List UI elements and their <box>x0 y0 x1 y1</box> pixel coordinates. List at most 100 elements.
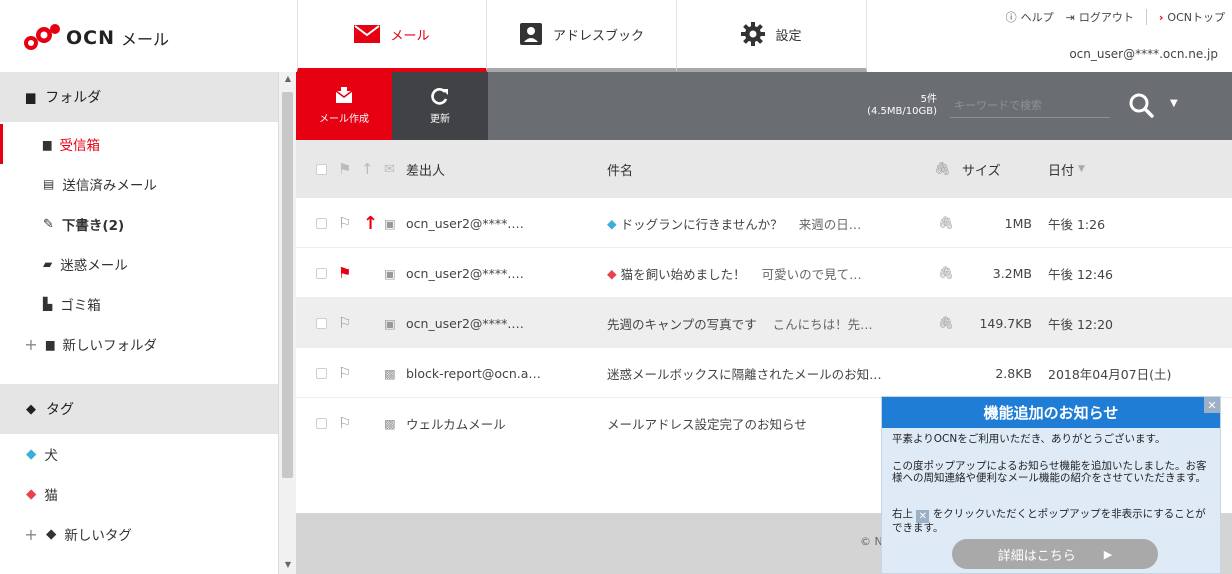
row-size: 149.7KB <box>979 315 1032 331</box>
folder-section-header[interactable]: ▆ フォルダ <box>0 72 278 122</box>
sidebar-item-trash[interactable]: ▙ ゴミ箱 <box>0 284 278 324</box>
sidebar-item-sent[interactable]: ▤ 送信済みメール <box>0 164 278 204</box>
notice-icon: ▩ <box>384 365 396 381</box>
row-date: 午後 12:46 <box>1048 266 1113 282</box>
tag-icon: ◆ <box>46 526 57 542</box>
new-folder-button[interactable]: + ▆ 新しいフォルダ <box>0 324 278 364</box>
ocn-top-link[interactable]: › OCNトップ <box>1159 9 1225 25</box>
row-sender: ocn_user2@****.… <box>406 315 524 331</box>
search-icon[interactable] <box>1126 90 1156 120</box>
close-icon[interactable]: ✕ <box>1204 397 1220 413</box>
scroll-up-icon[interactable]: ▲ <box>279 74 297 88</box>
row-size: 2.8KB <box>995 365 1032 381</box>
sidebar-item-spam[interactable]: ▰ 迷惑メール <box>0 244 278 284</box>
priority-column-icon[interactable]: ↑ <box>361 140 374 198</box>
subject-column-header[interactable]: 件名 <box>607 140 633 198</box>
table-row[interactable]: ⚐ ↑ ▣ ocn_user2@****.… ◆ ドッグランに行きませんか？ 来… <box>296 198 1232 248</box>
compose-button[interactable]: メール作成 <box>296 72 392 140</box>
details-button-label: 詳細はこちら <box>997 548 1076 564</box>
sort-down-icon: ▼ <box>1078 164 1085 174</box>
attachment-column-icon[interactable]: 🖇 <box>934 140 951 198</box>
scroll-down-icon[interactable]: ▼ <box>279 560 297 574</box>
main-nav: メール アドレスブック 設定 <box>297 0 867 72</box>
flag-outline-icon[interactable]: ⚐ <box>338 398 351 448</box>
refresh-button[interactable]: 更新 <box>392 72 488 140</box>
row-date: 午後 12:20 <box>1048 316 1113 332</box>
quota-count: 5件 <box>920 94 937 105</box>
flag-outline-icon[interactable]: ⚐ <box>338 298 351 348</box>
row-subject: メールアドレス設定完了のお知らせ <box>607 416 807 432</box>
folder-icon: ▆ <box>46 337 55 351</box>
tab-address-book-label: アドレスブック <box>552 28 644 44</box>
tag-section-label: タグ <box>46 402 74 418</box>
folder-icon: ▆ <box>43 137 52 151</box>
sidebar-item-inbox[interactable]: ▆ 受信箱 <box>0 124 278 164</box>
select-all-checkbox[interactable] <box>316 140 327 198</box>
flag-outline-icon[interactable]: ⚐ <box>338 198 351 248</box>
new-tag-button[interactable]: + ◆ 新しいタグ <box>0 514 278 554</box>
flag-outline-icon[interactable]: ⚐ <box>338 348 351 398</box>
sidebar-item-label: ゴミ箱 <box>60 298 101 314</box>
table-row[interactable]: ⚐ ▩ block-report@ocn.a… 迷惑メールボックスに隔離されたメ… <box>296 348 1232 398</box>
attachment-icon: 🖇 <box>938 315 954 330</box>
flag-icon[interactable]: ⚑ <box>338 248 351 298</box>
row-checkbox[interactable] <box>316 398 327 448</box>
details-button[interactable]: 詳細はこちら ▶ <box>952 539 1158 569</box>
row-sender: ウェルカムメール <box>406 416 506 432</box>
sidebar-item-drafts[interactable]: ✎ 下書き(2) <box>0 204 278 244</box>
sidebar-item-tag-cat[interactable]: ◆ 猫 <box>0 474 278 514</box>
table-row[interactable]: ⚑ ▣ ocn_user2@****.… ◆ 猫を飼い始めました！ 可愛いので見… <box>296 248 1232 298</box>
row-checkbox[interactable] <box>316 298 327 348</box>
sidebar-item-tag-dog[interactable]: ◆ 犬 <box>0 434 278 474</box>
tab-mail[interactable]: メール <box>297 0 487 72</box>
read-status-column-icon[interactable]: ✉ <box>384 140 395 198</box>
row-date: 午後 1:26 <box>1048 216 1106 232</box>
mail-toolbar: メール作成 更新 5件 (4.5MB/10GB) ▼ <box>296 72 1232 140</box>
tag-icon: ◆ <box>26 401 36 417</box>
row-size: 1MB <box>1004 215 1032 231</box>
sender-column-header[interactable]: 差出人 <box>406 140 445 198</box>
high-priority-icon: ↑ <box>363 212 379 234</box>
logout-link[interactable]: ⇥ ログアウト <box>1066 9 1134 25</box>
sidebar-item-label: 猫 <box>44 488 58 504</box>
sidebar-item-label: 受信箱 <box>59 138 100 154</box>
tab-settings-label: 設定 <box>775 28 802 44</box>
sidebar-item-label: 下書き(2) <box>61 218 125 234</box>
date-column-header[interactable]: 日付 ▼ <box>1048 140 1085 198</box>
tag-icon: ◆ <box>26 446 37 462</box>
row-subject: 迷惑メールボックスに隔離されたメールのお知… <box>607 366 882 382</box>
envelope-open-icon: ▣ <box>384 315 396 331</box>
tag-section-header[interactable]: ◆ タグ <box>0 384 278 434</box>
tab-settings[interactable]: 設定 <box>677 0 867 72</box>
tab-address-book[interactable]: アドレスブック <box>487 0 677 72</box>
row-subject-cell: ◆ ドッグランに行きませんか？ 来週の日… <box>607 198 935 248</box>
new-folder-label: 新しいフォルダ <box>62 338 157 354</box>
trash-icon: ▙ <box>43 297 53 311</box>
ocn-logo-icon <box>24 24 60 50</box>
search-options-dropdown[interactable]: ▼ <box>1170 98 1184 112</box>
feature-notice-popup: 機能追加のお知らせ ✕ 平素よりOCNをご利用いただき、ありがとうございます。 … <box>881 396 1221 574</box>
row-checkbox[interactable] <box>316 348 327 398</box>
play-icon: ▶ <box>1103 547 1113 561</box>
flag-column-icon[interactable]: ⚑ <box>338 140 351 198</box>
table-row[interactable]: ⚐ ▣ ocn_user2@****.… 先週のキャンプの写真です こんにちは！… <box>296 298 1232 348</box>
info-icon: ⓘ <box>1005 11 1017 24</box>
envelope-open-icon: ▣ <box>384 215 396 231</box>
logo-brand-text: OCN <box>66 27 115 49</box>
row-subject-cell: 先週のキャンプの写真です こんにちは！先… <box>607 298 935 348</box>
search-input[interactable] <box>950 94 1110 118</box>
row-preview: 来週の日… <box>798 216 862 232</box>
row-checkbox[interactable] <box>316 248 327 298</box>
size-column-header[interactable]: サイズ <box>962 140 1001 198</box>
row-sender: ocn_user2@****.… <box>406 215 524 231</box>
plus-icon: + <box>24 334 38 354</box>
help-link[interactable]: ⓘ ヘルプ <box>1006 9 1054 25</box>
sidebar-scrollbar[interactable]: ▲ ▼ <box>278 72 296 574</box>
new-tag-label: 新しいタグ <box>64 528 132 544</box>
row-checkbox[interactable] <box>316 198 327 248</box>
tag-icon: ◆ <box>26 486 37 502</box>
ocn-mail-logo[interactable]: OCN メール <box>22 18 272 58</box>
tag-icon: ◆ <box>607 265 617 281</box>
compose-label: メール作成 <box>319 114 369 125</box>
scrollbar-thumb[interactable] <box>282 92 293 478</box>
